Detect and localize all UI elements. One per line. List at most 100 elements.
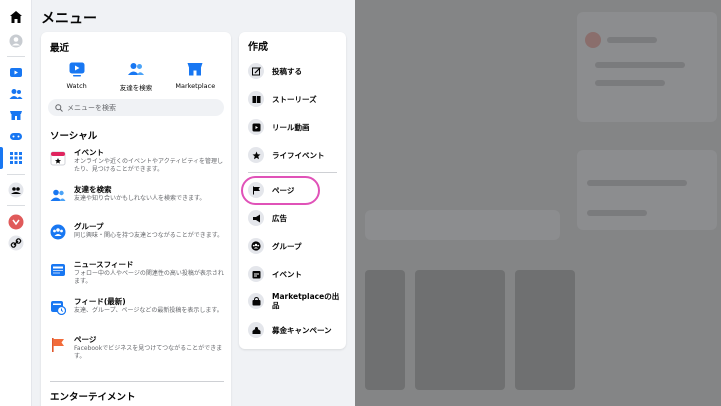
create-group[interactable]: グループ <box>248 238 344 254</box>
menu-left-card: 最近 Watch 友達を検索 Marketplace メニューを検索 ソーシャル… <box>41 32 231 406</box>
background-feed <box>355 0 721 406</box>
create-ad[interactable]: 広告 <box>248 210 344 226</box>
marketplace-icon[interactable] <box>6 105 26 125</box>
recent-label: Watch <box>66 82 87 90</box>
star-icon <box>248 147 264 163</box>
social-item-desc: Facebookでビジネスを見つけてつながることができます。 <box>74 345 223 360</box>
create-label: イベント <box>272 269 302 279</box>
bg-avatar <box>585 32 601 48</box>
social-item-desc: オンラインや近くのイベントやアクティビティを管理したり、見つけることができます。 <box>74 158 223 173</box>
recent-item-marketplace[interactable]: Marketplace <box>167 60 223 92</box>
bg-photo <box>515 270 575 390</box>
create-label: リール動画 <box>272 122 310 132</box>
marketplace-icon <box>186 60 204 78</box>
social-item-title: イベント <box>74 148 104 157</box>
social-item-desc: 同じ興味・関心を持つ友達とつながることができます。 <box>74 232 224 239</box>
bg-photo <box>365 270 405 390</box>
social-item-recent-feed[interactable]: フィード(最新) 友達、グループ、ページなどの最新投稿を表示します。 <box>50 297 226 316</box>
bag-icon <box>248 293 264 309</box>
create-label: ライフイベント <box>272 150 325 160</box>
recent-label: 友達を検索 <box>119 84 153 92</box>
create-story[interactable]: ストーリーズ <box>248 91 344 107</box>
left-icon-rail <box>0 0 32 406</box>
recent-label: Marketplace <box>175 82 216 90</box>
recent-item-watch[interactable]: Watch <box>49 60 105 92</box>
entertainment-title: エンターテイメント <box>50 392 136 403</box>
social-item-desc: 友達、グループ、ページなどの最新投稿を表示します。 <box>74 307 223 314</box>
create-label: グループ <box>272 241 302 251</box>
create-label: Marketplaceの出品 <box>272 292 340 310</box>
groups-icon <box>50 224 66 240</box>
create-title: 作成 <box>248 42 268 53</box>
bg-panel <box>365 210 560 240</box>
social-item-desc: 友達や知り合いかもしれない人を検索できます。 <box>74 195 206 202</box>
social-item-groups[interactable]: グループ 同じ興味・関心を持つ友達とつながることができます。 <box>50 222 226 240</box>
divider <box>7 174 25 175</box>
link-icon[interactable] <box>6 233 26 253</box>
divider <box>7 205 25 206</box>
create-label: 募金キャンペーン <box>272 325 332 335</box>
create-life-event[interactable]: ライフイベント <box>248 147 344 163</box>
search-input[interactable] <box>67 103 217 112</box>
social-item-title: ニュースフィード <box>74 260 134 269</box>
bg-text <box>595 80 665 86</box>
social-item-find-friends[interactable]: 友達を検索 友達や知り合いかもしれない人を検索できます。 <box>50 185 226 203</box>
highlight-annotation <box>241 176 320 205</box>
create-post[interactable]: 投稿する <box>248 63 344 79</box>
news-feed-icon <box>50 262 66 278</box>
home-icon[interactable] <box>6 7 26 27</box>
social-item-events[interactable]: イベント オンラインや近くのイベントやアクティビティを管理したり、見つけることが… <box>50 148 226 174</box>
calendar-icon <box>50 150 66 166</box>
menu-title: メニュー <box>41 11 97 27</box>
create-label: 投稿する <box>272 66 302 76</box>
social-item-pages[interactable]: ページ Facebookでビジネスを見つけてつながることができます。 <box>50 335 226 361</box>
event-icon <box>248 266 264 282</box>
groups-icon <box>248 238 264 254</box>
group-shortcut-icon[interactable] <box>6 180 26 200</box>
profile-avatar-icon[interactable] <box>6 31 26 51</box>
page-flag-icon <box>50 337 66 353</box>
book-icon <box>248 91 264 107</box>
create-fundraiser[interactable]: 募金キャンペーン <box>248 322 344 338</box>
social-item-title: 友達を検索 <box>74 185 112 194</box>
bg-panel <box>577 150 717 230</box>
divider <box>50 381 224 382</box>
social-item-title: フィード(最新) <box>74 297 126 306</box>
menu-grid-icon[interactable] <box>6 148 26 168</box>
shortcut-icon[interactable] <box>6 212 26 232</box>
gaming-icon[interactable] <box>6 126 26 146</box>
watch-icon[interactable] <box>6 63 26 83</box>
fundraiser-icon <box>248 322 264 338</box>
friends-icon[interactable] <box>6 84 26 104</box>
bg-text <box>595 62 685 68</box>
bg-text <box>607 37 657 43</box>
watch-icon <box>68 60 86 78</box>
bg-text <box>587 180 687 186</box>
create-label: 広告 <box>272 213 287 223</box>
create-event[interactable]: イベント <box>248 266 344 282</box>
reel-icon <box>248 119 264 135</box>
friends-icon <box>50 187 66 203</box>
create-marketplace-listing[interactable]: Marketplaceの出品 <box>248 292 344 310</box>
social-item-news-feed[interactable]: ニュースフィード フォロー中の人やページの関連性の高い投稿が表示されます。 <box>50 260 226 286</box>
recent-title: 最近 <box>50 43 70 54</box>
social-item-title: ページ <box>74 335 97 344</box>
divider <box>7 56 25 57</box>
social-item-title: グループ <box>74 222 104 231</box>
bg-text <box>587 210 647 216</box>
friends-icon <box>127 60 145 78</box>
create-label: ストーリーズ <box>272 94 317 104</box>
recent-shortcuts: Watch 友達を検索 Marketplace <box>41 60 231 92</box>
megaphone-icon <box>248 210 264 226</box>
divider <box>248 172 337 173</box>
menu-search[interactable] <box>48 99 224 116</box>
bg-photo <box>415 270 505 390</box>
compose-icon <box>248 63 264 79</box>
social-title: ソーシャル <box>50 131 98 142</box>
search-icon <box>55 103 63 112</box>
recent-feed-icon <box>50 299 67 316</box>
active-indicator <box>0 147 3 169</box>
create-reel[interactable]: リール動画 <box>248 119 344 135</box>
social-item-desc: フォロー中の人やページの関連性の高い投稿が表示されます。 <box>74 270 224 285</box>
recent-item-find-friends[interactable]: 友達を検索 <box>108 60 164 92</box>
